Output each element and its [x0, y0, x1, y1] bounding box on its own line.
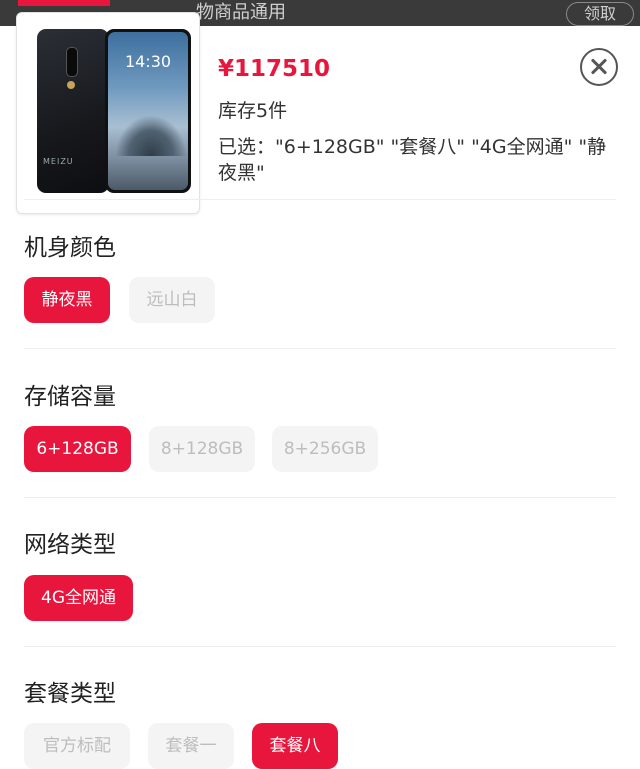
option-package-one[interactable]: 套餐一 — [148, 723, 234, 769]
option-package-official[interactable]: 官方标配 — [24, 723, 130, 769]
camera-icon — [66, 47, 78, 77]
phone-back-image: MEIZU — [37, 29, 109, 193]
flash-icon — [67, 81, 75, 89]
phone-screen: 14:30 — [108, 32, 188, 190]
option-storage-6-128[interactable]: 6+128GB — [24, 426, 131, 472]
product-price: ¥117510 — [218, 56, 331, 82]
divider — [24, 199, 616, 200]
product-thumbnail: MEIZU 14:30 — [16, 12, 200, 214]
section-title-package: 套餐类型 — [24, 681, 116, 707]
section-title-storage: 存储容量 — [24, 384, 116, 410]
option-package-eight[interactable]: 套餐八 — [252, 723, 338, 769]
divider — [24, 497, 616, 498]
mountain-wallpaper — [116, 116, 186, 156]
background-accent — [18, 0, 110, 6]
phone-front-image: 14:30 — [105, 29, 191, 193]
option-network-4g[interactable]: 4G全网通 — [24, 575, 133, 621]
claim-button[interactable]: 领取 — [566, 2, 634, 26]
divider — [24, 348, 616, 349]
option-color-white[interactable]: 远山白 — [129, 277, 215, 323]
phone-brand-text: MEIZU — [43, 157, 74, 166]
option-color-black[interactable]: 静夜黑 — [24, 277, 110, 323]
option-storage-8-128[interactable]: 8+128GB — [149, 426, 255, 472]
sku-selector-sheet: MEIZU 14:30 ¥117510 库存5件 已选："6+128GB" "套… — [0, 12, 640, 769]
phone-clock-text: 14:30 — [124, 52, 172, 71]
close-icon[interactable] — [580, 48, 618, 86]
option-storage-8-256[interactable]: 8+256GB — [272, 426, 378, 472]
stock-count: 库存5件 — [218, 100, 288, 122]
selected-summary: 已选："6+128GB" "套餐八" "4G全网通" "静夜黑" — [218, 136, 607, 184]
section-title-network: 网络类型 — [24, 532, 116, 558]
background-coupon-text: 物商品通用 — [196, 2, 286, 23]
divider — [24, 646, 616, 647]
section-title-color: 机身颜色 — [24, 235, 116, 261]
